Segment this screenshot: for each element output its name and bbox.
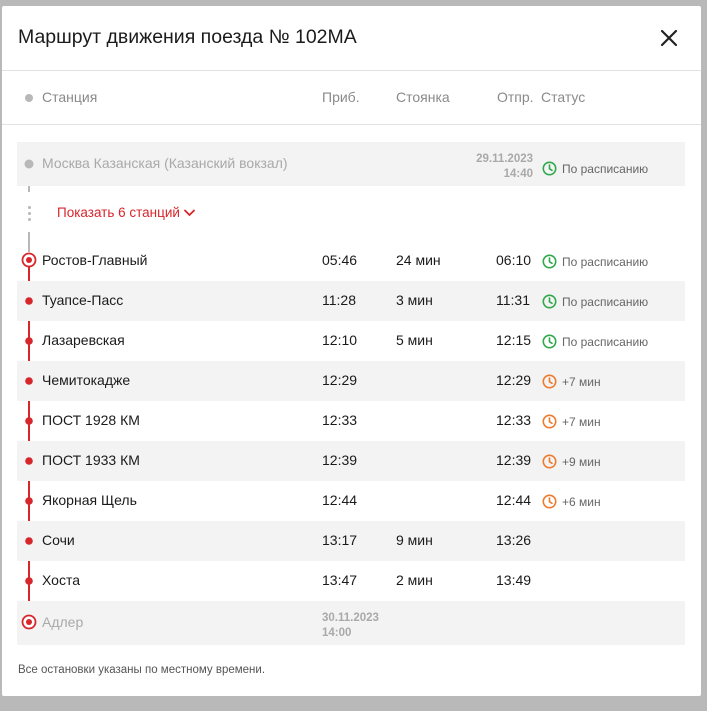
column-header-dot — [25, 94, 33, 102]
clock-icon — [542, 454, 557, 469]
arrival-time: 12:44 — [322, 492, 358, 508]
close-icon — [660, 29, 678, 47]
station-row: Лазаревская 12:10 5 мин 12:15 По расписанию — [17, 321, 685, 361]
footer-note: Все остановки указаны по местному времен… — [18, 664, 266, 676]
status-text: +6 мин — [562, 495, 601, 509]
route-dot-2 — [28, 212, 31, 215]
stop-duration: 24 мин — [396, 252, 441, 268]
station-row: Якорная Щель 12:44 12:44 +6 мин — [17, 481, 685, 521]
clock-icon — [542, 494, 557, 509]
station-name: Лазаревская — [42, 332, 125, 348]
arrival-time: 12:33 — [322, 412, 358, 428]
station-row-destination: Адлер 30.11.2023 14:00 — [17, 601, 685, 645]
header-departure: Отпр. — [497, 89, 534, 105]
station-row: Ростов-Главный 05:46 24 мин 06:10 По расписа… — [17, 241, 685, 281]
arrival-datetime: 30.11.2023 14:00 — [322, 611, 379, 641]
station-row-origin: Москва Казанская (Казанский вокзал) 29.1… — [17, 142, 685, 186]
station-marker — [25, 577, 33, 585]
station-row: Чемитокадже 12:29 12:29 +7 мин — [17, 361, 685, 401]
column-headers: Станция Приб. Стоянка Отпр. Статус — [2, 71, 701, 125]
arrival-time: 14:00 — [322, 627, 352, 639]
chevron-down-icon — [184, 210, 195, 217]
departure-time: 12:33 — [496, 412, 532, 428]
station-marker — [25, 377, 33, 385]
station-marker — [25, 537, 33, 545]
station-marker — [25, 457, 33, 465]
header-status: Статус — [541, 89, 586, 105]
modal-title: Маршрут движения поезда № 102МА — [18, 26, 357, 48]
status-text: +7 мин — [562, 375, 601, 389]
show-more-label: Показать 6 станций — [57, 205, 180, 220]
station-row: Туапсе-Пасс 11:28 3 мин 11:31 По расписанию — [17, 281, 685, 321]
arrival-time: 13:17 — [322, 532, 358, 548]
clock-icon — [542, 294, 557, 309]
stop-duration: 9 мин — [396, 532, 433, 548]
modal-header: Маршрут движения поезда № 102МА — [2, 6, 701, 71]
route-dot-3 — [28, 218, 31, 221]
route-dot-1 — [28, 206, 31, 209]
station-name: Москва Казанская (Казанский вокзал) — [42, 155, 288, 171]
close-button[interactable] — [656, 25, 682, 51]
stop-duration: 3 мин — [396, 292, 433, 308]
station-name: Хоста — [42, 572, 81, 588]
departure-date: 29.11.2023 — [476, 153, 533, 165]
station-marker-gray — [24, 159, 34, 169]
clock-icon — [542, 414, 557, 429]
route-modal: Маршрут движения поезда № 102МА Станция … — [2, 6, 701, 696]
status-text: По расписанию — [562, 295, 649, 309]
station-row: Сочи 13:17 9 мин 13:26 — [17, 521, 685, 561]
station-marker — [25, 297, 33, 305]
station-name: Туапсе-Пасс — [42, 292, 124, 308]
station-row: ПОСТ 1933 КМ 12:39 12:39 +9 мин — [17, 441, 685, 481]
arrival-time: 11:28 — [322, 292, 356, 308]
status-text: +9 мин — [562, 455, 601, 469]
station-marker-major — [21, 252, 37, 268]
departure-time: 06:10 — [496, 252, 532, 268]
station-marker-terminal — [21, 614, 37, 630]
arrival-time: 12:29 — [322, 372, 358, 388]
header-stop: Стоянка — [396, 89, 450, 105]
station-name: Сочи — [42, 532, 75, 548]
departure-time: 12:44 — [496, 492, 532, 508]
departure-time: 13:26 — [496, 532, 532, 548]
departure-time: 12:39 — [496, 452, 532, 468]
station-marker — [25, 337, 33, 345]
station-marker — [25, 417, 33, 425]
departure-time: 12:29 — [496, 372, 532, 388]
stop-duration: 2 мин — [396, 572, 433, 588]
station-name: Чемитокадже — [42, 372, 131, 388]
departure-time: 14:40 — [503, 168, 533, 180]
clock-icon — [542, 334, 557, 349]
station-name: ПОСТ 1933 КМ — [42, 452, 140, 468]
departure-datetime: 29.11.2023 14:40 — [469, 152, 533, 182]
arrival-date: 30.11.2023 — [322, 612, 379, 624]
departure-time: 13:49 — [496, 572, 532, 588]
arrival-time: 12:39 — [322, 452, 358, 468]
departure-time: 11:31 — [496, 292, 530, 308]
clock-icon — [542, 254, 557, 269]
status-text: По расписанию — [562, 162, 649, 176]
clock-icon — [542, 161, 557, 176]
status-text: По расписанию — [562, 335, 649, 349]
station-row: Хоста 13:47 2 мин 13:49 — [17, 561, 685, 601]
stop-duration: 5 мин — [396, 332, 433, 348]
status-text: По расписанию — [562, 255, 649, 269]
header-arrival: Приб. — [322, 89, 360, 105]
clock-icon — [542, 374, 557, 389]
arrival-time: 13:47 — [322, 572, 358, 588]
arrival-time: 12:10 — [322, 332, 358, 348]
show-more-stations-button[interactable]: Показать 6 станций — [57, 205, 195, 220]
header-station: Станция — [42, 89, 98, 105]
station-name: Ростов-Главный — [42, 252, 148, 268]
station-marker — [25, 497, 33, 505]
departure-time: 12:15 — [496, 332, 532, 348]
station-name: Адлер — [42, 614, 84, 630]
station-name: ПОСТ 1928 КМ — [42, 412, 140, 428]
station-name: Якорная Щель — [42, 492, 137, 508]
status-text: +7 мин — [562, 415, 601, 429]
station-row: ПОСТ 1928 КМ 12:33 12:33 +7 мин — [17, 401, 685, 441]
arrival-time: 05:46 — [322, 252, 358, 268]
